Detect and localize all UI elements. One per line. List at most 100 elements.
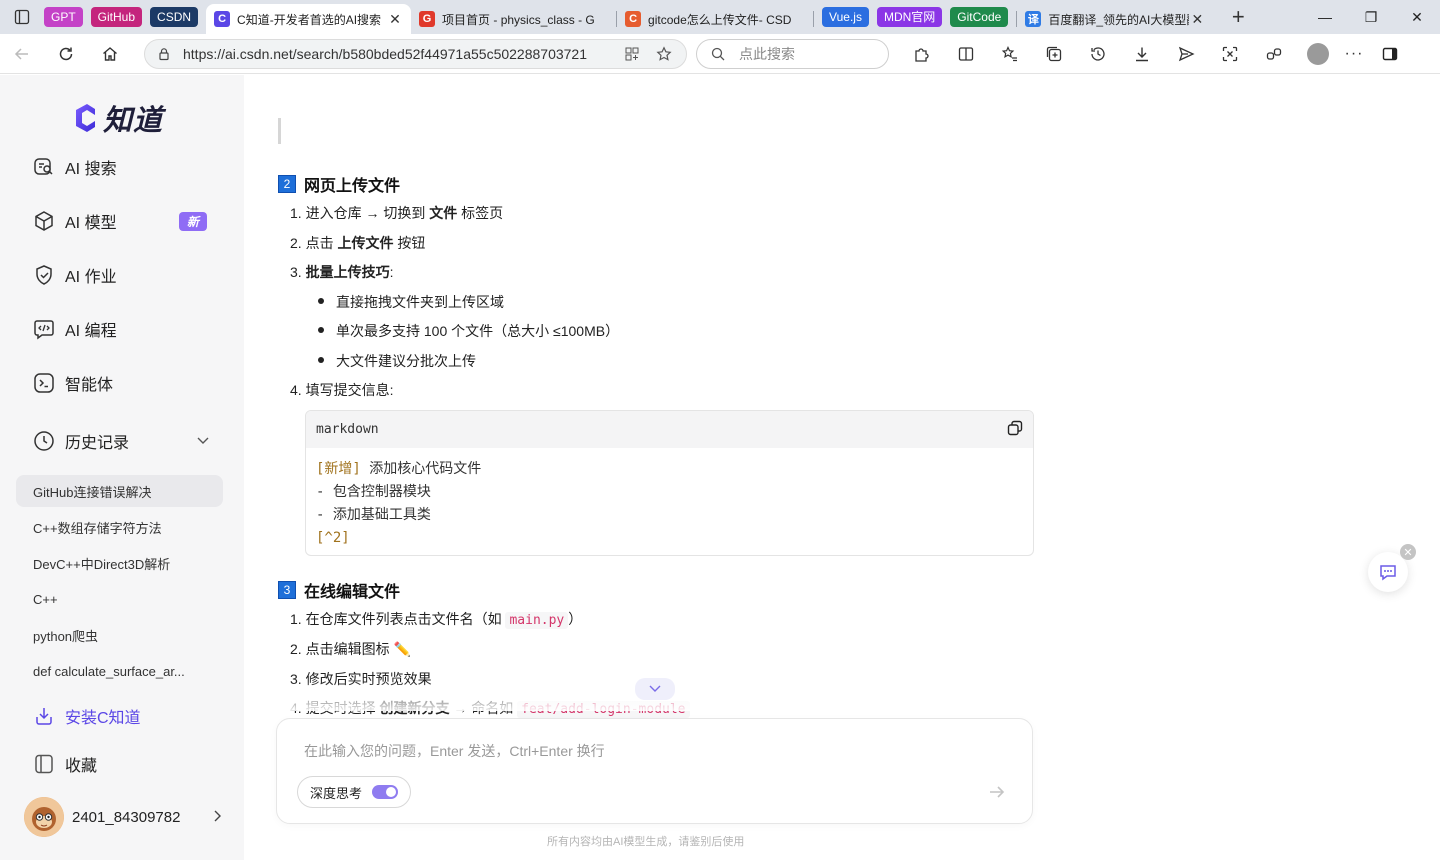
- chevron-down-icon[interactable]: [196, 433, 210, 452]
- send-arrow-icon[interactable]: [982, 777, 1012, 807]
- more-dots-icon[interactable]: ···: [1340, 34, 1368, 74]
- nav-ai-model[interactable]: AI 模型 新: [32, 206, 212, 236]
- profile-avatar-icon[interactable]: [1296, 34, 1340, 74]
- download-icon[interactable]: [1120, 34, 1164, 74]
- share-send-icon[interactable]: [1164, 34, 1208, 74]
- collections-icon[interactable]: [1032, 34, 1076, 74]
- code-chat-icon: [32, 317, 56, 341]
- tab-baidu-translate[interactable]: 译 百度翻译_领先的AI大模型翻 ✕: [1017, 4, 1213, 34]
- url-text: https://ai.csdn.net/search/b580bded52f44…: [183, 46, 588, 62]
- tab-csdn-ai[interactable]: C C知道-开发者首选的AI搜索 ✕: [206, 4, 412, 34]
- new-tab-plus-icon[interactable]: +: [1221, 4, 1255, 30]
- ai-disclaimer: 所有内容均由AI模型生成，请鉴别后使用: [547, 836, 745, 848]
- close-icon[interactable]: ✕: [1400, 544, 1416, 560]
- home-icon[interactable]: [88, 34, 132, 74]
- cube-icon: [32, 209, 56, 233]
- tab-separator: [813, 11, 815, 27]
- favorite-github[interactable]: GitHub: [90, 7, 143, 27]
- history-item[interactable]: DevC++中Direct3D解析: [16, 547, 223, 579]
- close-icon[interactable]: ✕: [387, 11, 403, 28]
- toolbar-icons: ···: [900, 34, 1412, 74]
- extensions-puzzle-icon[interactable]: [900, 34, 944, 74]
- back-arrow-icon[interactable]: [0, 34, 44, 74]
- shield-edit-icon: [32, 263, 56, 287]
- bullet-item: 直接拖拽文件夹到上传区域: [318, 294, 504, 310]
- refresh-icon[interactable]: [44, 34, 88, 74]
- bullet-item: 单次最多支持 100 个文件（总大小 ≤100MB）: [317, 323, 620, 339]
- tab-actions-icon[interactable]: [0, 0, 44, 34]
- restore-icon[interactable]: ❐: [1348, 0, 1394, 34]
- history-item[interactable]: GitHub连接错误解决: [16, 475, 223, 507]
- app-grid-icon[interactable]: [624, 46, 640, 62]
- minimize-icon[interactable]: —: [1302, 0, 1348, 34]
- favorite-csdn[interactable]: CSDN: [150, 7, 199, 27]
- lock-icon[interactable]: [157, 47, 171, 61]
- copy-icon[interactable]: [1007, 420, 1023, 440]
- search-icon: [711, 47, 725, 61]
- chat-main: 2 网页上传文件 1. 进入仓库 → 切换到 文件 标签页 2. 点击 上传文件…: [244, 75, 1440, 860]
- close-icon[interactable]: ✕: [1189, 11, 1205, 28]
- favorite-vuejs[interactable]: Vue.js: [822, 7, 869, 27]
- screenshot-icon[interactable]: [1208, 34, 1252, 74]
- search-chat-icon: [32, 155, 56, 179]
- favorite-gitcode[interactable]: GitCode: [950, 7, 1009, 27]
- install-app-button[interactable]: 安装C知道: [32, 701, 212, 731]
- section-title: 网页上传文件: [304, 178, 401, 195]
- c-logo-icon: C: [214, 11, 231, 27]
- favorites-list-icon[interactable]: [988, 34, 1032, 74]
- nav-agents[interactable]: 智能体: [32, 368, 212, 398]
- section-heading: 3 在线编辑文件: [278, 578, 400, 602]
- address-bar[interactable]: https://ai.csdn.net/search/b580bded52f44…: [144, 39, 687, 69]
- step-line: 4. 填写提交信息:: [290, 382, 394, 398]
- tab-title: 百度翻译_领先的AI大模型翻: [1048, 12, 1190, 27]
- user-profile-row[interactable]: 2401_84309782: [24, 797, 224, 837]
- book-icon: [32, 752, 56, 776]
- nav-label: 历史记录: [65, 435, 130, 452]
- tab-title: C知道-开发者首选的AI搜索: [237, 12, 382, 27]
- deep-think-toggle[interactable]: 深度思考: [297, 776, 412, 808]
- toggle-switch[interactable]: [372, 785, 399, 799]
- nav-favorites[interactable]: 收藏: [32, 749, 212, 779]
- history-icon[interactable]: [1076, 34, 1120, 74]
- nav-ai-homework[interactable]: AI 作业: [32, 260, 212, 290]
- clock-icon: [32, 429, 56, 453]
- nav-history[interactable]: 历史记录: [32, 426, 212, 456]
- chevron-right-icon[interactable]: [210, 809, 224, 826]
- sidebar-toggle-icon[interactable]: [1368, 34, 1412, 74]
- code-block-header: markdown: [306, 411, 1033, 448]
- bullet-item: 大文件建议分批次上传: [318, 353, 476, 369]
- history-item[interactable]: C++数组存储字符方法: [16, 511, 223, 543]
- keycap-number-icon: 2: [278, 175, 296, 193]
- favorite-mdn[interactable]: MDN官网: [876, 7, 943, 27]
- nav-label: AI 编程: [65, 323, 117, 340]
- nav-ai-search[interactable]: AI 搜索: [32, 152, 212, 182]
- install-label: 安装C知道: [65, 710, 141, 727]
- nav-label: AI 搜索: [65, 161, 117, 178]
- split-screen-icon[interactable]: [944, 34, 988, 74]
- section-heading: 2 网页上传文件: [278, 172, 400, 196]
- tab-title: gitcode怎么上传文件- CSD: [648, 12, 792, 27]
- favorite-gpt[interactable]: GPT: [44, 7, 83, 27]
- nav-label: AI 模型: [65, 215, 117, 232]
- nav-ai-coding[interactable]: AI 编程: [32, 314, 212, 344]
- chat-input-box[interactable]: 在此输入您的问题，Enter 发送，Ctrl+Enter 换行 深度思考: [276, 718, 1033, 824]
- star-icon[interactable]: [656, 46, 672, 62]
- terminal-icon: [32, 371, 56, 395]
- content-fade: [244, 681, 1440, 711]
- deep-think-label: 深度思考: [310, 785, 363, 801]
- history-item[interactable]: C++: [16, 583, 223, 615]
- window-controls: — ❐ ✕: [1302, 0, 1440, 34]
- csdn-c-logo[interactable]: 知道: [71, 97, 163, 139]
- step-line: 1. 在仓库文件列表点击文件名（如 main.py）: [290, 611, 583, 629]
- chat-input-placeholder[interactable]: 在此输入您的问题，Enter 发送，Ctrl+Enter 换行: [304, 741, 605, 761]
- browser-search-box[interactable]: 点此搜索: [696, 39, 889, 69]
- tab-gitcode-project[interactable]: G 项目首页 - physics_class - G: [411, 4, 616, 34]
- app-sidebar: 知道 AI 搜索 AI 模型 新 AI 作业 AI 编程 智能体 历史记录 Gi…: [0, 75, 244, 860]
- history-item[interactable]: python爬虫: [16, 619, 223, 651]
- tab-csdn-article[interactable]: C gitcode怎么上传文件- CSD: [617, 4, 813, 34]
- history-item[interactable]: def calculate_surface_ar...: [16, 655, 223, 687]
- scroll-down-chevron-icon[interactable]: [635, 678, 675, 700]
- code-language: markdown: [316, 422, 379, 437]
- window-close-icon[interactable]: ✕: [1394, 0, 1440, 34]
- copilot-icon[interactable]: [1252, 34, 1296, 74]
